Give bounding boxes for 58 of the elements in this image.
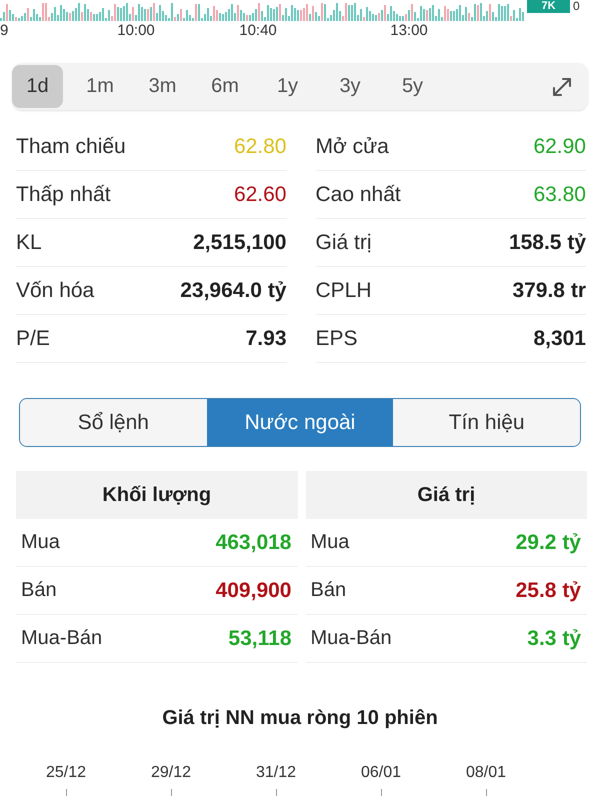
period-tab[interactable]: 3y [324, 65, 376, 108]
stat-value: 379.8 tr [512, 278, 586, 302]
row-label: Mua [21, 531, 60, 554]
time-label: 10:40 [239, 22, 277, 40]
date-label: 31/12 [256, 765, 296, 781]
stat-label: Thấp nhất [16, 182, 111, 206]
tab[interactable]: Nước ngoài [206, 399, 394, 446]
row-value: 25.8 tỷ [516, 578, 581, 602]
volume-badge: 7K [527, 0, 570, 13]
stat-label: Tham chiếu [16, 134, 126, 158]
column-header: Khối lượng [16, 471, 298, 519]
stat-label: Giá trị [316, 230, 372, 254]
stat-label: KL [16, 230, 42, 254]
stat-label: Vốn hóa [16, 278, 94, 302]
stat-value: 63.80 [533, 182, 586, 206]
period-tab[interactable]: 6m [200, 65, 250, 108]
date-label: 06/01 [360, 765, 402, 781]
stat-label: P/E [16, 326, 50, 350]
tick-mark [170, 789, 172, 796]
stat-value: 23,964.0 tỷ [180, 278, 286, 302]
period-tab[interactable]: 1m [74, 65, 126, 108]
period-tab[interactable]: 1d [12, 65, 63, 108]
row-label: Mua-Bán [310, 627, 392, 650]
row-value: 3.3 tỷ [527, 626, 581, 650]
expand-icon [551, 76, 573, 98]
row-label: Mua [310, 531, 350, 554]
stat-value: 62.60 [234, 182, 286, 206]
stat-label: EPS [316, 326, 358, 350]
time-label: 10:00 [117, 22, 155, 40]
stat-label: Mở cửa [316, 134, 389, 158]
stat-label: Cao nhất [316, 182, 401, 206]
row-value: 29.2 tỷ [516, 530, 581, 554]
stat-value: 62.80 [234, 134, 286, 158]
stat-value: 7.93 [246, 326, 286, 350]
period-tab[interactable]: 3m [137, 65, 188, 108]
expand-button[interactable] [551, 76, 573, 98]
row-value: 463,018 [216, 530, 292, 554]
column-header: Giá trị [306, 471, 587, 519]
time-label: 9 [0, 22, 8, 40]
row-label: Bán [310, 579, 346, 602]
stat-value: 158.5 tỷ [508, 230, 586, 254]
row-label: Mua-Bán [21, 627, 102, 650]
stat-value: 8,301 [533, 326, 586, 350]
stat-label: CPLH [316, 278, 372, 302]
row-value: 53,118 [228, 626, 292, 650]
period-tab[interactable]: 1y [262, 65, 313, 108]
time-label: 13:00 [390, 22, 428, 40]
date-label: 25/12 [46, 765, 86, 781]
date-label: 08/01 [466, 765, 506, 781]
row-value: 409,900 [216, 578, 292, 602]
stat-value: 62.90 [533, 134, 586, 158]
chart-title: Giá trị NN mua ròng 10 phiên [162, 707, 438, 729]
date-label: 29/12 [150, 765, 192, 781]
period-tab[interactable]: 5y [387, 65, 438, 108]
stat-value: 2,515,100 [193, 230, 286, 254]
axis-label: 0 [573, 0, 580, 13]
row-label: Bán [21, 579, 57, 602]
tick-mark [380, 789, 382, 796]
